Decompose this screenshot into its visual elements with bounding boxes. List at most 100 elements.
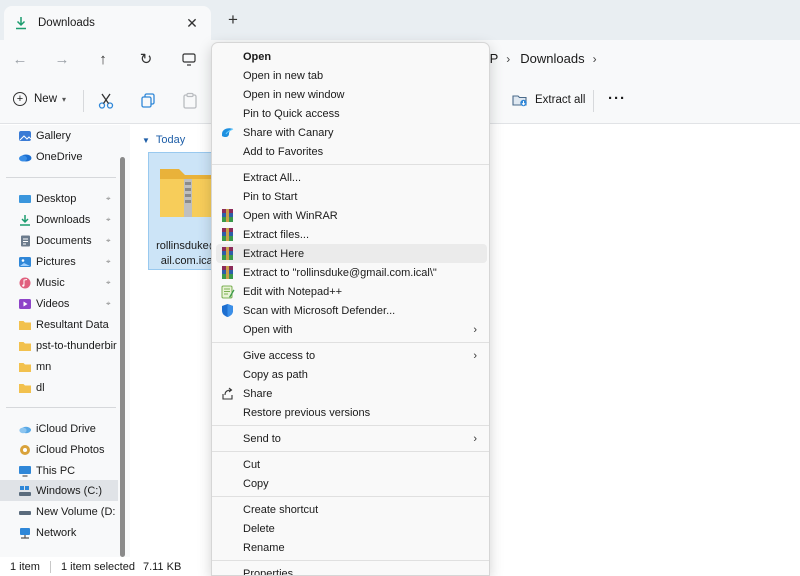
sidebar-item-pictures[interactable]: Pictures ⌖: [0, 251, 118, 272]
group-label: Today: [155, 134, 186, 146]
scrollbar-thumb[interactable]: [120, 157, 125, 557]
pin-icon: ⌖: [106, 298, 111, 308]
sidebar-item-label: Network: [36, 526, 77, 539]
menu-item-open-in-new-tab[interactable]: Open in new tab: [216, 66, 487, 85]
sidebar-item-downloads[interactable]: Downloads ⌖: [0, 209, 118, 230]
sidebar-item-label: Music: [36, 276, 65, 289]
menu-item-restore-previous-versions[interactable]: Restore previous versions: [216, 403, 487, 422]
menu-item-open-with-winrar[interactable]: Open with WinRAR: [216, 206, 487, 225]
menu-item-copy-as-path[interactable]: Copy as path: [216, 365, 487, 384]
item-count: 1 item: [10, 560, 40, 573]
menu-item-open-in-new-window[interactable]: Open in new window: [216, 85, 487, 104]
menu-item-pin-to-start[interactable]: Pin to Start: [216, 187, 487, 206]
sidebar-item-label: Pictures: [36, 255, 76, 268]
sidebar-item-icloud-drive[interactable]: iCloud Drive: [0, 418, 118, 439]
menu-item-delete[interactable]: Delete: [216, 519, 487, 538]
pin-icon: ⌖: [106, 214, 111, 224]
selection-count: 1 item selected: [60, 560, 135, 573]
selection-size: 7.11 KB: [142, 560, 182, 573]
sidebar-item-onedrive[interactable]: OneDrive: [0, 146, 118, 167]
sidebar-item-resultant-data[interactable]: Resultant Data: [0, 314, 118, 335]
tab-downloads[interactable]: Downloads ✕: [4, 6, 211, 40]
menu-item-open[interactable]: Open: [216, 47, 487, 66]
pictures-icon: [19, 256, 31, 267]
menu-item-label: Open in new window: [243, 88, 345, 101]
sidebar-item-mn[interactable]: mn: [0, 356, 118, 377]
menu-item-label: Scan with Microsoft Defender...: [243, 304, 396, 317]
menu-item-give-access-to[interactable]: Give access to ›: [216, 346, 487, 365]
title-bar: Downloads ✕ +: [0, 0, 800, 40]
this-pc-button[interactable]: [178, 48, 200, 70]
menu-item-copy[interactable]: Copy: [216, 474, 487, 493]
new-tab-button[interactable]: +: [224, 11, 242, 29]
up-button[interactable]: ↑: [92, 48, 114, 70]
chevron-down-icon: ▼: [142, 135, 150, 145]
menu-item-label: Edit with Notepad++: [243, 285, 343, 298]
breadcrumb-chevron-icon[interactable]: ›: [506, 52, 510, 66]
plus-icon: +: [13, 92, 27, 106]
cut-icon[interactable]: [96, 91, 116, 111]
sidebar-item-this-pc[interactable]: This PC: [0, 460, 118, 481]
menu-item-extract-to-folder[interactable]: Extract to "rollinsduke@gmail.com.ical\": [216, 263, 487, 282]
sidebar-item-label: dl: [36, 381, 45, 394]
menu-item-share-with-canary[interactable]: Share with Canary: [216, 123, 487, 142]
folder-icon: [19, 362, 31, 372]
menu-item-edit-with-notepadpp[interactable]: Edit with Notepad++: [216, 282, 487, 301]
copy-icon[interactable]: [138, 91, 158, 111]
menu-item-label: Pin to Quick access: [243, 107, 340, 120]
menu-item-add-to-favorites[interactable]: Add to Favorites: [216, 142, 487, 161]
group-header-today[interactable]: ▼ Today: [142, 134, 185, 146]
sidebar-item-label: mn: [36, 360, 52, 373]
sidebar-item-videos[interactable]: Videos ⌖: [0, 293, 118, 314]
menu-item-label: Rename: [243, 541, 285, 554]
sidebar-item-pst-to-thunderbird[interactable]: pst-to-thunderbir: [0, 335, 118, 356]
sidebar-scrollbar[interactable]: [120, 157, 125, 557]
menu-item-properties[interactable]: Properties: [216, 564, 487, 576]
more-options-button[interactable]: ···: [608, 90, 626, 107]
zip-folder-icon: [160, 169, 216, 217]
menu-separator: [212, 560, 489, 561]
navigation-pane: Gallery OneDrive Desktop ⌖ Downloads ⌖ D…: [0, 125, 130, 557]
sidebar-item-music[interactable]: Music ⌖: [0, 272, 118, 293]
download-icon: [16, 17, 26, 30]
sidebar-item-windows-c[interactable]: Windows (C:): [0, 480, 118, 501]
menu-item-label: Extract All...: [243, 171, 302, 184]
sidebar-item-dl[interactable]: dl: [0, 377, 118, 398]
menu-item-extract-here[interactable]: Extract Here: [216, 244, 487, 263]
chevron-right-icon: ›: [473, 349, 477, 362]
forward-button[interactable]: →: [51, 48, 73, 70]
menu-item-open-with[interactable]: Open with ›: [216, 320, 487, 339]
sidebar-item-label: Documents: [36, 234, 92, 247]
extract-all-button[interactable]: Extract all: [512, 93, 586, 107]
paste-icon[interactable]: [180, 91, 200, 111]
close-tab-button[interactable]: ✕: [183, 15, 201, 32]
sidebar-item-gallery[interactable]: Gallery: [0, 125, 118, 146]
breadcrumb-item-downloads[interactable]: Downloads: [520, 51, 584, 66]
menu-item-share[interactable]: Share: [216, 384, 487, 403]
sidebar-item-desktop[interactable]: Desktop ⌖: [0, 188, 118, 209]
menu-item-label: Copy as path: [243, 368, 308, 381]
new-button-label: New: [34, 93, 58, 105]
back-button[interactable]: ←: [9, 48, 31, 70]
menu-item-create-shortcut[interactable]: Create shortcut: [216, 500, 487, 519]
menu-item-scan-with-defender[interactable]: Scan with Microsoft Defender...: [216, 301, 487, 320]
winrar-icon: [222, 209, 233, 222]
sidebar-item-network[interactable]: Network: [0, 522, 118, 543]
menu-item-extract-files[interactable]: Extract files...: [216, 225, 487, 244]
sidebar-item-new-volume-d[interactable]: New Volume (D:: [0, 501, 118, 522]
status-divider: [49, 560, 51, 573]
tab-title: Downloads: [38, 17, 95, 29]
menu-item-cut[interactable]: Cut: [216, 455, 487, 474]
drive-icon: [19, 485, 31, 496]
refresh-button[interactable]: ↻: [135, 48, 157, 70]
menu-item-pin-to-quick-access[interactable]: Pin to Quick access: [216, 104, 487, 123]
menu-item-send-to[interactable]: Send to ›: [216, 429, 487, 448]
breadcrumb-chevron-icon[interactable]: ›: [593, 52, 597, 66]
menu-item-extract-all[interactable]: Extract All...: [216, 168, 487, 187]
new-button[interactable]: + New ▾: [13, 92, 66, 106]
sidebar-item-documents[interactable]: Documents ⌖: [0, 230, 118, 251]
sidebar-divider: [6, 407, 116, 408]
sidebar-item-label: iCloud Photos: [36, 443, 105, 456]
sidebar-item-icloud-photos[interactable]: iCloud Photos: [0, 439, 118, 460]
menu-item-rename[interactable]: Rename: [216, 538, 487, 557]
